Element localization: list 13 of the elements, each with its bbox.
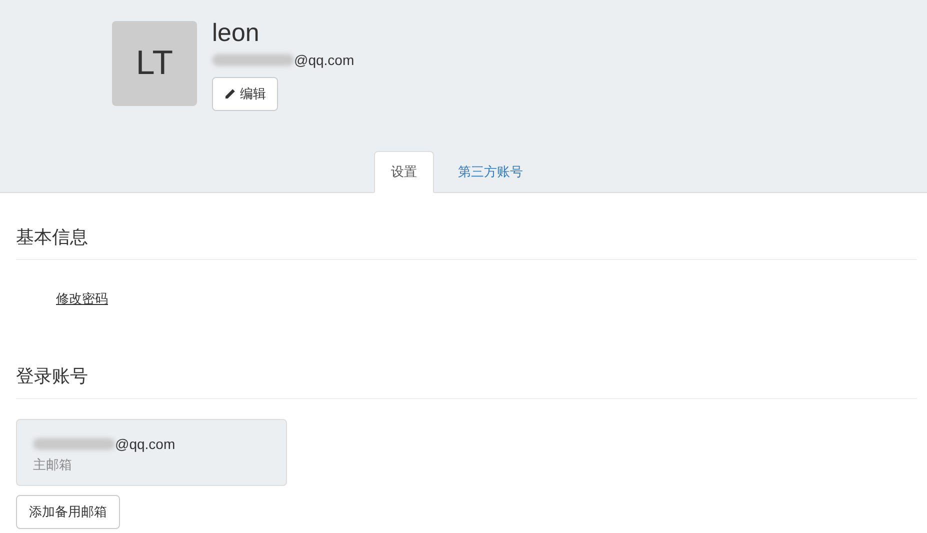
edit-button[interactable]: 编辑 <box>212 77 278 111</box>
user-name: leon <box>212 19 260 47</box>
pencil-icon <box>224 88 236 100</box>
section-title: 登录账号 <box>16 366 88 386</box>
tab[interactable]: 第三方账号 <box>434 151 547 193</box>
tab[interactable]: 设置 <box>374 151 434 193</box>
change-password-link[interactable]: 修改密码 <box>56 291 108 306</box>
avatar: LT <box>112 21 197 106</box>
account-email: @qq.com <box>115 435 176 454</box>
add-email-button[interactable]: 添加备用邮箱 <box>16 495 120 529</box>
section-title: 基本信息 <box>16 227 88 247</box>
user-email: @qq.com <box>294 50 354 70</box>
account-label: 主邮箱 <box>33 456 73 474</box>
